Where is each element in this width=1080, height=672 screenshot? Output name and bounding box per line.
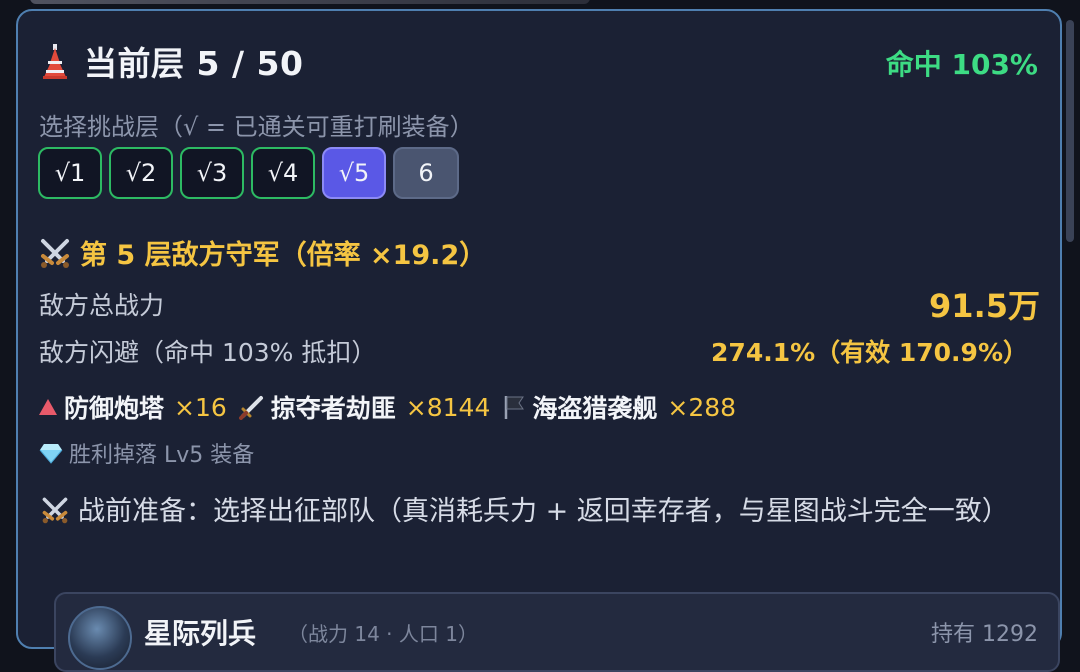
floor-button-1[interactable]: √1 (38, 147, 102, 199)
crossed-swords-icon (41, 238, 69, 268)
enemy-unit-count: ×8144 (405, 392, 491, 422)
dagger-icon (238, 396, 263, 420)
floor-button-2[interactable]: √2 (109, 147, 173, 199)
enemy-dodge-row: 敌方闪避（命中 103% 抵扣） 274.1%（有效 170.9%） (39, 333, 1040, 369)
enemy-dodge-label: 敌方闪避（命中 103% 抵扣） (39, 338, 377, 367)
squad-name: 星际列兵 (144, 617, 257, 650)
squad-stats: （战力 14 · 人口 1） (288, 622, 478, 646)
enemy-garrison-heading: 第 5 层敌方守军（倍率 ×19.2） (38, 233, 486, 272)
crossed-swords-icon (42, 497, 68, 524)
enemy-power-value: 91.5万 (929, 287, 1040, 325)
floor-button-6[interactable]: 6 (393, 147, 459, 199)
flag-icon (505, 396, 525, 419)
enemy-power-row: 敌方总战力 91.5万 (39, 281, 1040, 327)
victory-drop-text: 胜利掉落 Lv5 装备 (69, 443, 255, 468)
enemy-dodge-value: 274.1%（有效 170.9%） (711, 338, 1028, 367)
squad-held-count: 持有 1292 (931, 622, 1038, 647)
scrolled-content-fragment (30, 0, 590, 4)
floor-button-group: √1 √2 √3 √4 √5 6 (38, 147, 459, 199)
enemy-unit-count: ×288 (667, 392, 737, 422)
enemy-garrison-title: 第 5 层敌方守军（倍率 ×19.2） (80, 240, 487, 271)
current-floor-title: 当前层 5 / 50 (84, 44, 304, 83)
floor-select-label: 选择挑战层（√ = 已通关可重打刷装备） (39, 113, 474, 141)
enemy-power-label: 敌方总战力 (39, 291, 165, 320)
enemy-unit-name: 海盗猎袭舰 (532, 394, 658, 423)
triangle-icon (39, 399, 57, 415)
soldier-avatar (68, 606, 132, 670)
battle-prep-heading: 战前准备：选择出征部队（真消耗兵力 + 返回幸存者，与星图战斗完全一致） (40, 491, 1044, 533)
enemy-unit-list: 防御炮塔 ×16 掠夺者劫匪 ×8144 海盗猎袭舰 ×288 (38, 389, 748, 425)
victory-drop-info: 胜利掉落 Lv5 装备 (39, 437, 254, 469)
enemy-unit-raider: 掠夺者劫匪 ×8144 (238, 389, 491, 425)
enemy-unit-turret: 防御炮塔 ×16 (38, 389, 227, 425)
enemy-unit-pirate-ship: 海盗猎袭舰 ×288 (502, 389, 736, 425)
diamond-icon (39, 444, 63, 464)
tower-icon (43, 44, 67, 79)
enemy-unit-name: 掠夺者劫匪 (270, 394, 396, 423)
floor-button-4[interactable]: √4 (251, 147, 315, 199)
hit-rate-value: 命中 103% (885, 48, 1038, 81)
panel-header: 当前层 5 / 50 命中 103% (40, 39, 1040, 83)
floor-button-3[interactable]: √3 (180, 147, 244, 199)
floor-button-5[interactable]: √5 (322, 147, 386, 199)
scrollbar-thumb[interactable] (1066, 20, 1074, 242)
squad-card-star-private[interactable]: 星际列兵 （战力 14 · 人口 1） 持有 1292 (54, 592, 1060, 672)
tower-challenge-panel: 当前层 5 / 50 命中 103% 选择挑战层（√ = 已通关可重打刷装备） … (16, 9, 1062, 672)
enemy-unit-name: 防御炮塔 (64, 394, 165, 423)
battle-prep-text: 战前准备：选择出征部队（真消耗兵力 + 返回幸存者，与星图战斗完全一致） (78, 496, 1009, 527)
top-strip (0, 0, 1080, 8)
enemy-unit-count: ×16 (174, 392, 227, 422)
